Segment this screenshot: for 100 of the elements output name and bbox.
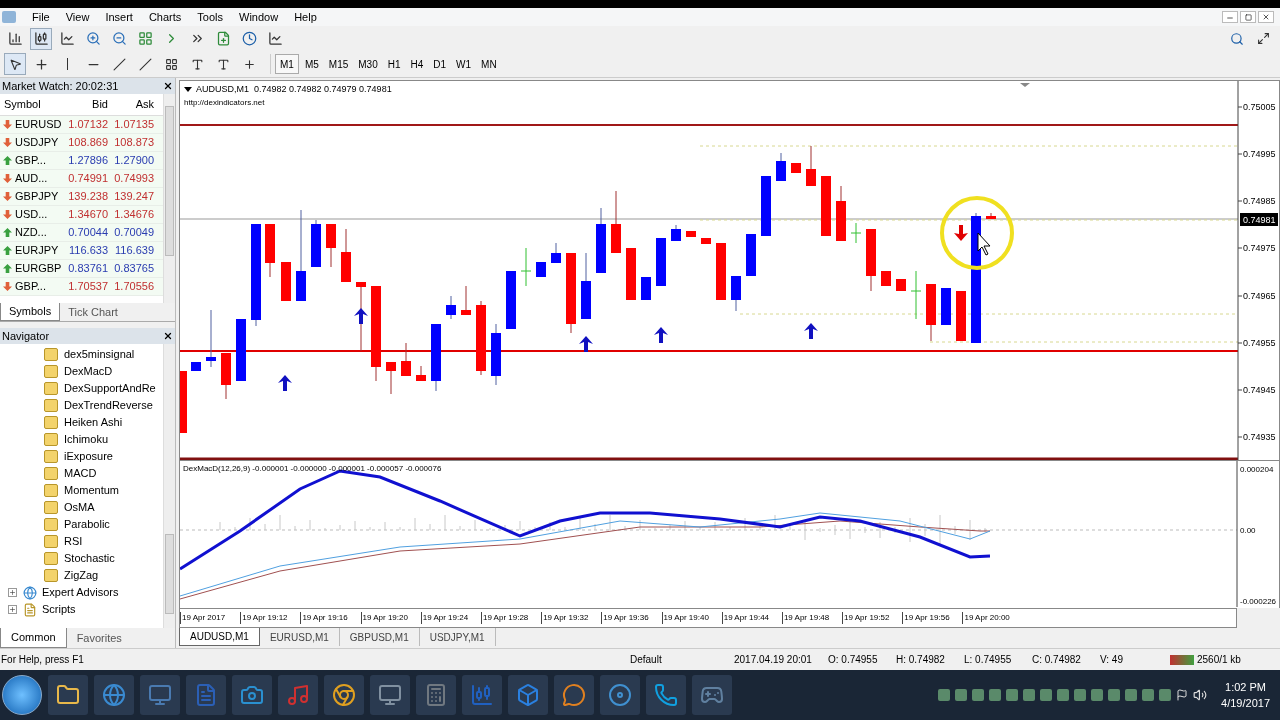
tray-icon[interactable] xyxy=(1108,689,1121,701)
chart-tab[interactable]: USDJPY,M1 xyxy=(419,628,496,646)
column-header[interactable]: Symbol xyxy=(0,96,68,113)
quote-row[interactable]: EURGBP 0.83761 0.83765 xyxy=(0,260,163,278)
panel-tab[interactable]: Symbols xyxy=(0,303,61,321)
quote-row[interactable]: EURUSD 1.07132 1.07135 xyxy=(0,116,163,134)
volume-icon[interactable] xyxy=(1193,688,1208,702)
tree-item[interactable]: iExposure xyxy=(0,448,163,465)
tree-item[interactable]: OsMA xyxy=(0,499,163,516)
caret-icon[interactable] xyxy=(184,87,192,93)
browser-icon[interactable] xyxy=(324,675,364,715)
tree-item[interactable]: Ichimoku xyxy=(0,431,163,448)
tray-icon[interactable] xyxy=(972,689,985,701)
quote-row[interactable]: NZD... 0.70044 0.70049 xyxy=(0,224,163,242)
timeframe-button[interactable]: M15 xyxy=(324,54,353,75)
timeframe-button[interactable]: H4 xyxy=(406,54,428,75)
menu-item[interactable]: View xyxy=(57,8,98,26)
panel-tab[interactable]: Tick Chart xyxy=(60,303,126,321)
chart-tab[interactable]: AUDUSD,M1 xyxy=(179,628,260,646)
timeframe-button[interactable]: M5 xyxy=(300,54,323,75)
quote-row[interactable]: USD... 1.34670 1.34676 xyxy=(0,206,163,224)
tree-item[interactable]: Heiken Ashi xyxy=(0,414,163,431)
chat-icon[interactable] xyxy=(554,675,594,715)
tree-item[interactable]: dex5minsignal xyxy=(0,346,163,363)
menu-item[interactable]: Window xyxy=(231,8,287,26)
scrollbar[interactable] xyxy=(163,344,175,628)
buy-arrow-icon xyxy=(354,308,368,324)
tray-icon[interactable] xyxy=(938,689,951,701)
tray-icon[interactable] xyxy=(989,689,1002,701)
candle xyxy=(491,323,501,386)
menu-item[interactable]: File xyxy=(24,8,58,26)
shift-marker-icon[interactable] xyxy=(1020,83,1030,87)
tray-icon[interactable] xyxy=(1125,689,1138,701)
quote-row[interactable]: USDJPY 108.869 108.873 xyxy=(0,134,163,152)
phone-icon[interactable] xyxy=(646,675,686,715)
camera-icon[interactable] xyxy=(232,675,272,715)
timeframe-button[interactable]: W1 xyxy=(452,54,476,75)
chart-header: AUDUSD,M1 0.74982 0.74982 0.74979 0.74981 xyxy=(196,83,392,96)
tree-item[interactable]: Parabolic xyxy=(0,516,163,533)
panel-tab[interactable]: Favorites xyxy=(66,628,132,648)
timeframe-button[interactable]: M1 xyxy=(275,54,299,75)
chart-tab[interactable]: EURUSD,M1 xyxy=(259,628,340,646)
scrollbar[interactable] xyxy=(163,94,175,303)
close-icon[interactable] xyxy=(163,331,173,341)
candlestick-icon[interactable] xyxy=(30,27,52,50)
chart-tab[interactable]: GBPUSD,M1 xyxy=(339,628,420,646)
clock-time[interactable]: 1:02 PM xyxy=(1225,678,1266,695)
tree-item[interactable]: RSI xyxy=(0,533,163,550)
timeframe-button[interactable]: M30 xyxy=(354,54,382,75)
column-header[interactable]: Ask xyxy=(110,96,156,113)
box-icon[interactable] xyxy=(508,675,548,715)
timeframe-button[interactable]: D1 xyxy=(429,54,451,75)
flag-icon[interactable] xyxy=(1176,689,1189,701)
tray-icon[interactable] xyxy=(1159,689,1172,701)
indicator-icon xyxy=(44,484,58,497)
tree-item[interactable]: DexMacD xyxy=(0,363,163,380)
calculator-icon[interactable] xyxy=(416,675,456,715)
expand-toggle[interactable] xyxy=(8,588,17,597)
minimize-icon[interactable] xyxy=(1222,11,1238,23)
timeframe-button[interactable]: MN xyxy=(477,54,501,75)
menu-item[interactable]: Insert xyxy=(97,8,141,26)
quote-row[interactable]: GBP... 1.27896 1.27900 xyxy=(0,152,163,170)
quote-row[interactable]: GBP... 1.70537 1.70556 xyxy=(0,278,163,296)
music-icon[interactable] xyxy=(278,675,318,715)
quote-row[interactable]: GBPJPY 139.238 139.247 xyxy=(0,188,163,206)
timeframe-button[interactable]: H1 xyxy=(383,54,405,75)
quote-row[interactable]: AUD... 0.74991 0.74993 xyxy=(0,170,163,188)
tray-icon[interactable] xyxy=(1006,689,1019,701)
close-icon[interactable] xyxy=(163,81,173,91)
tree-item[interactable]: MACD xyxy=(0,465,163,482)
bid-cell-text: 1.34670 xyxy=(68,207,109,223)
tree-item[interactable]: Scripts xyxy=(42,601,76,618)
tray-icon[interactable] xyxy=(1040,689,1053,701)
clock-date[interactable]: 4/19/2017 xyxy=(1221,695,1270,712)
tray-icon[interactable] xyxy=(955,689,968,701)
tree-item[interactable]: DexTrendReverse xyxy=(0,397,163,414)
quote-row[interactable]: EURJPY 116.633 116.639 xyxy=(0,242,163,260)
tree-item[interactable]: Stochastic xyxy=(0,550,163,567)
tray-icon[interactable] xyxy=(1023,689,1036,701)
tree-item[interactable]: ZigZag xyxy=(0,567,163,584)
tray-icon[interactable] xyxy=(1057,689,1070,701)
panel-tab[interactable]: Common xyxy=(0,628,67,648)
menu-item[interactable]: Tools xyxy=(189,8,231,26)
folder-icon[interactable] xyxy=(48,675,88,715)
column-header[interactable]: Bid xyxy=(68,96,110,113)
tray-icon[interactable] xyxy=(1091,689,1104,701)
menu-item[interactable]: Charts xyxy=(140,8,190,26)
tray-icon[interactable] xyxy=(1142,689,1155,701)
browser-icon[interactable] xyxy=(94,675,134,715)
tree-item[interactable]: DexSupportAndRe xyxy=(0,380,163,397)
start-button[interactable] xyxy=(2,675,42,715)
buy-arrow-icon xyxy=(579,336,593,352)
menu-item[interactable]: Help xyxy=(286,8,325,26)
tray-icon[interactable] xyxy=(1074,689,1087,701)
cursor-icon[interactable] xyxy=(4,53,26,76)
remote-desktop-icon[interactable] xyxy=(140,675,180,715)
tree-item[interactable]: Expert Advisors xyxy=(42,584,119,601)
expand-toggle[interactable] xyxy=(8,605,17,614)
close-icon[interactable] xyxy=(1258,11,1274,23)
tree-item[interactable]: Momentum xyxy=(0,482,163,499)
